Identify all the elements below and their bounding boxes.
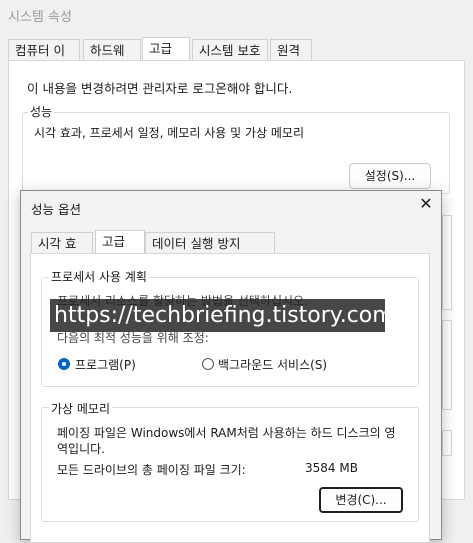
paging-total-label: 모든 드라이브의 총 페이징 파일 크기: <box>57 463 246 477</box>
system-properties-title: 시스템 속성 <box>8 10 72 25</box>
performance-description: 시각 효과, 프로세서 일정, 메모리 사용 및 가상 메모리 <box>34 126 304 140</box>
virtual-memory-description: 페이징 파일은 Windows에서 RAM처럼 사용하는 하드 디스크의 영역입… <box>57 426 396 456</box>
performance-options-dialog: 성능 옵션 ✕ 시각 효과 고급 데이터 실행 방지(DEP) 프로세서 사용 … <box>20 190 442 543</box>
background-services-radio[interactable] <box>202 358 214 370</box>
virtual-memory-title: 가상 메모리 <box>49 400 113 417</box>
programs-radio-label[interactable]: 프로그램(P) <box>75 356 136 373</box>
tab-visual-effects[interactable]: 시각 효과 <box>31 232 93 273</box>
admin-notice: 이 내용을 변경하려면 관리자로 로그온해야 합니다. <box>27 81 293 96</box>
tab-remote[interactable]: 원격 <box>270 39 312 61</box>
programs-radio[interactable] <box>58 358 70 370</box>
tab-dialog-advanced[interactable]: 고급 <box>95 230 145 254</box>
tab-dep[interactable]: 데이터 실행 방지(DEP) <box>145 232 275 273</box>
performance-group-title: 성능 <box>28 103 55 120</box>
back-group-edge-2 <box>442 320 452 410</box>
back-button-edge <box>442 430 452 456</box>
close-icon[interactable]: ✕ <box>417 195 435 213</box>
tab-advanced[interactable]: 고급 <box>142 37 190 61</box>
tab-computer-name[interactable]: 컴퓨터 이름 <box>8 39 80 80</box>
performance-settings-button[interactable]: 설정(S)... <box>349 163 431 189</box>
paging-total-value: 3584 MB <box>305 461 358 475</box>
dialog-title: 성능 옵션 <box>31 202 81 217</box>
change-virtual-memory-button[interactable]: 변경(C)... <box>319 487 403 513</box>
tab-hardware[interactable]: 하드웨어 <box>83 39 141 80</box>
back-group-edge <box>442 215 452 310</box>
processor-group-title: 프로세서 사용 계획 <box>49 268 149 285</box>
tab-system-protection[interactable]: 시스템 보호 <box>192 39 268 61</box>
watermark-banner: https://techbriefing.tistory.com <box>50 299 394 332</box>
background-services-label[interactable]: 백그라운드 서비스(S) <box>218 356 327 373</box>
